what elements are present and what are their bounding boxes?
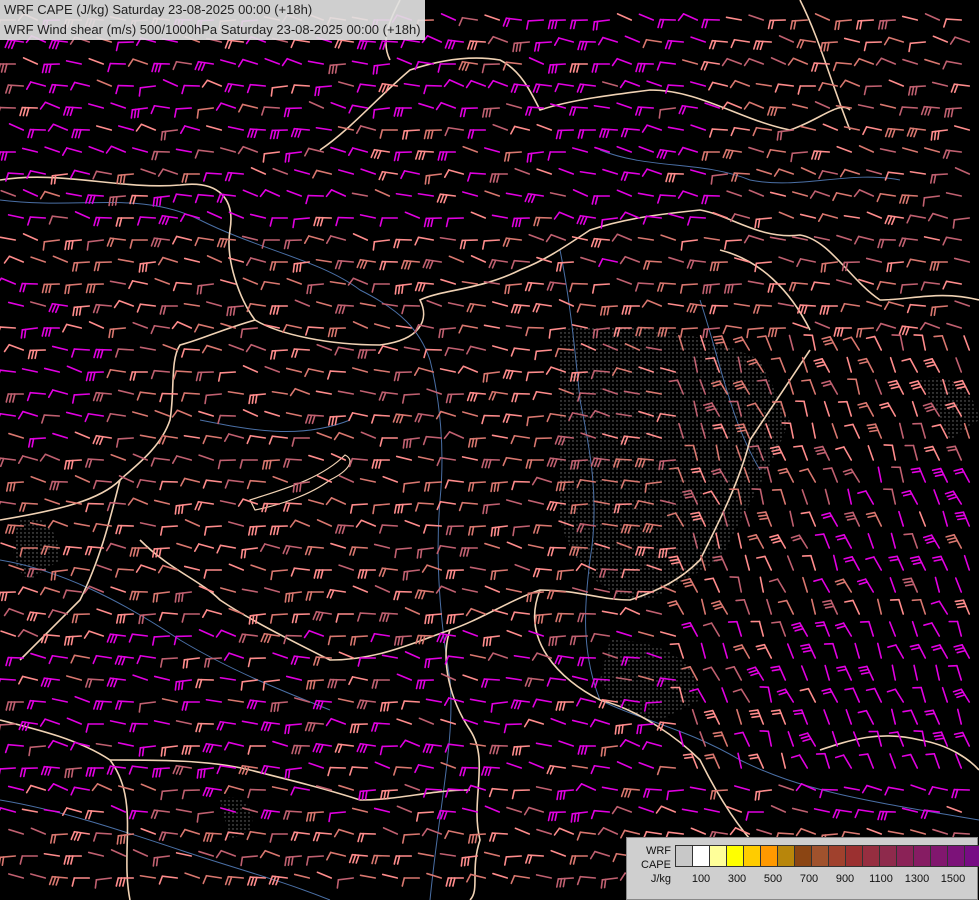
legend-swatch	[829, 846, 846, 866]
legend-tick: 500	[763, 873, 783, 885]
legend-swatch	[812, 846, 829, 866]
legend-tick: 700	[799, 873, 819, 885]
legend-swatch	[931, 846, 948, 866]
legend-swatch	[914, 846, 931, 866]
legend-label-unit: J/kg	[650, 873, 671, 885]
weather-map	[0, 0, 979, 900]
legend-tick: 1500	[940, 873, 966, 885]
legend-swatch	[795, 846, 812, 866]
legend-swatch	[761, 846, 778, 866]
wind-shear-title: WRF Wind shear (m/s) 500/1000hPa Saturda…	[4, 22, 421, 37]
legend-swatch	[710, 846, 727, 866]
legend-labels: WRF CAPE J/kg	[631, 844, 671, 886]
legend-swatch	[744, 846, 761, 866]
legend-tick: 300	[727, 873, 747, 885]
legend-tick: 1100	[869, 873, 893, 885]
cape-title: WRF CAPE (J/kg) Saturday 23-08-2025 00:0…	[4, 2, 313, 17]
legend-swatch	[727, 846, 744, 866]
cape-legend: WRF CAPE J/kg 100 300 500 700 900 1100 1300 150…	[626, 837, 979, 900]
legend-swatch	[846, 846, 863, 866]
legend-swatch	[863, 846, 880, 866]
legend-swatch	[778, 846, 795, 866]
legend-swatch	[676, 846, 693, 866]
legend-tick-labels: 100 300 500 700 900 1100 1300 1500	[675, 873, 975, 887]
legend-color-scale	[675, 845, 979, 867]
map-title-box: WRF CAPE (J/kg) Saturday 23-08-2025 00:0…	[0, 0, 425, 40]
legend-tick: 100	[691, 873, 711, 885]
legend-swatch	[897, 846, 914, 866]
legend-tick: 1300	[904, 873, 930, 885]
legend-tick: 900	[835, 873, 855, 885]
legend-label-cape: CAPE	[641, 859, 671, 871]
legend-swatch	[693, 846, 710, 866]
legend-swatch	[880, 846, 897, 866]
legend-swatch	[948, 846, 965, 866]
legend-swatch	[965, 846, 979, 866]
legend-label-wrf: WRF	[645, 845, 671, 857]
